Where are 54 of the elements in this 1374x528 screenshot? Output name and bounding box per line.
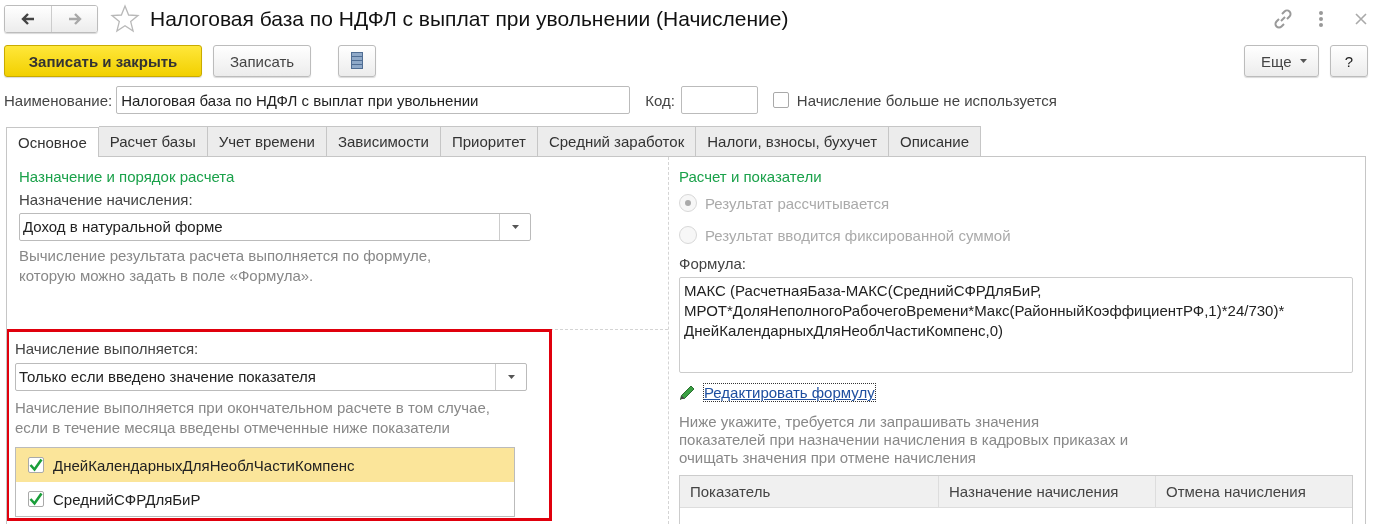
radio-label: Результат рассчитывается bbox=[705, 194, 890, 212]
formula-field[interactable]: МАКС (РасчетнаяБаза-МАКС(СреднийСФРДляБиР, МРОТ*ДоляНеполногоРабочегоВремени*Макс(РайонныйКоэффициентРФ,1)*24/730)* ДнейКалендарныхДляНеоблЧастиКомпенс,0) bbox=[679, 277, 1353, 373]
field-label: Код: bbox=[645, 91, 675, 109]
back-button[interactable] bbox=[5, 6, 51, 32]
radio-label: Результат вводится фиксированной суммой bbox=[705, 226, 1011, 244]
help-button[interactable]: ? bbox=[1330, 45, 1368, 77]
field-label: Начисление выполняется: bbox=[15, 339, 200, 359]
tab[interactable]: Расчет базы bbox=[98, 126, 208, 156]
column-header[interactable]: Назначение начисления bbox=[938, 476, 1155, 507]
section-heading: Расчет и показатели bbox=[679, 167, 823, 187]
checkbox[interactable] bbox=[28, 457, 44, 473]
caret-icon bbox=[511, 225, 519, 229]
star-icon[interactable] bbox=[110, 4, 140, 34]
field-label: Наименование: bbox=[4, 91, 113, 109]
purpose-dropdown[interactable]: Доход в натуральной форме bbox=[19, 213, 531, 241]
name-field[interactable]: Налоговая база по НДФЛ с выплат при увольнении bbox=[116, 86, 631, 114]
tab[interactable]: Описание bbox=[889, 126, 982, 156]
tab[interactable]: Зависимости bbox=[326, 126, 441, 156]
indicator-row[interactable]: СреднийСФРДляБиР bbox=[16, 482, 514, 516]
save-button[interactable]: Записать bbox=[213, 45, 312, 77]
link-icon[interactable] bbox=[1272, 8, 1294, 30]
field-label: Формула: bbox=[679, 254, 747, 274]
tab[interactable]: Налоги, взносы, бухучет bbox=[696, 126, 890, 156]
checkbox[interactable] bbox=[28, 491, 44, 507]
field-label: Назначение начисления: bbox=[19, 190, 194, 210]
more-button[interactable]: Еще bbox=[1244, 45, 1319, 77]
tab[interactable]: Приоритет bbox=[440, 126, 538, 156]
more-icon[interactable] bbox=[1318, 9, 1324, 29]
hint-text: Вычисление результата расчета выполняется по формуле, которую можно задать в поле «Формула». bbox=[19, 246, 433, 286]
hint-text: Ниже укажите, требуется ли запрашивать значения показателей при назначении начисления в кадровых приказах и очищать значения при отмене начисления bbox=[679, 413, 1130, 467]
check-icon bbox=[29, 458, 43, 472]
caret-icon bbox=[1299, 59, 1307, 63]
tab[interactable]: Основное bbox=[6, 127, 99, 157]
tab[interactable]: Учет времени bbox=[207, 126, 327, 156]
edit-formula-link[interactable]: Редактировать формулу bbox=[704, 384, 875, 401]
hint-text: Начисление выполняется при окончательном расчете в том случае, если в течение месяца введены отмеченные ниже показатели bbox=[15, 398, 491, 438]
save-and-close-button[interactable]: Записать и закрыть bbox=[4, 45, 202, 77]
condition-dropdown[interactable]: Только если введено значение показателя bbox=[15, 363, 527, 391]
indicator-label: СреднийСФРДляБиР bbox=[53, 490, 201, 508]
check-icon bbox=[29, 492, 43, 506]
checkbox-label: Начисление больше не используется bbox=[796, 91, 1057, 109]
pencil-icon bbox=[679, 384, 696, 401]
indicator-row[interactable]: ДнейКалендарныхДляНеоблЧастиКомпенс bbox=[16, 448, 514, 482]
caret-icon bbox=[507, 375, 515, 379]
indicator-label: ДнейКалендарныхДляНеоблЧастиКомпенс bbox=[53, 456, 355, 474]
checkbox[interactable] bbox=[772, 92, 789, 108]
window-title: Налоговая база по НДФЛ с выплат при увольнении (Начисление) bbox=[150, 7, 790, 31]
column-header[interactable]: Показатель bbox=[680, 476, 938, 507]
section-heading: Назначение и порядок расчета bbox=[19, 167, 236, 187]
code-field[interactable] bbox=[680, 86, 758, 114]
list-icon[interactable] bbox=[351, 52, 364, 70]
tab[interactable]: Средний заработок bbox=[537, 126, 697, 156]
close-icon[interactable] bbox=[1354, 12, 1368, 26]
column-header[interactable]: Отмена начисления bbox=[1155, 476, 1352, 507]
